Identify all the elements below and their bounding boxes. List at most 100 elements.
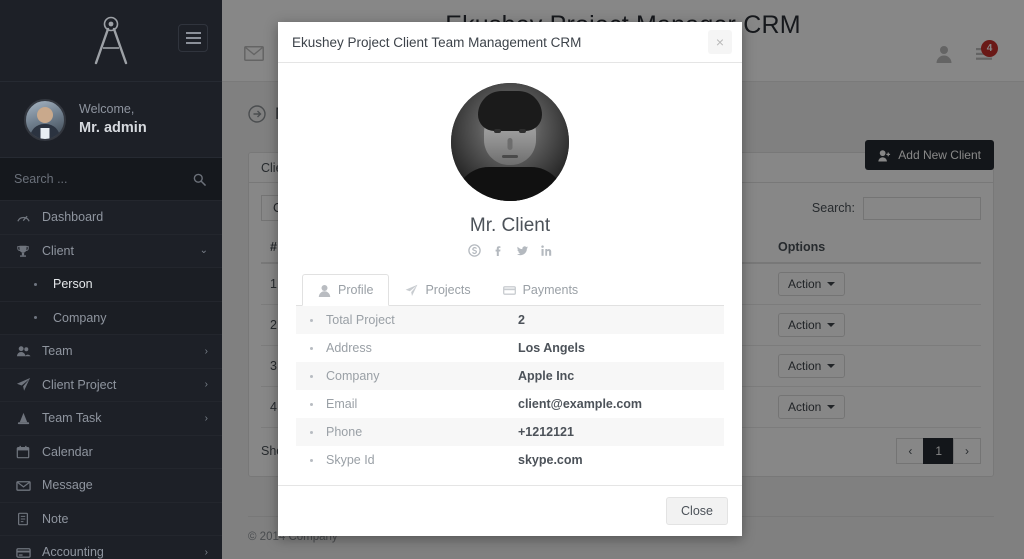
sidebar-item-note[interactable]: Note: [0, 503, 222, 536]
detail-value: 2: [518, 313, 525, 327]
detail-key: Address: [326, 341, 372, 355]
sidebar-item-label: Team Task: [42, 411, 102, 426]
sidebar-item-team-task[interactable]: Team Task ›: [0, 402, 222, 436]
bullet-icon: [310, 430, 313, 434]
sidebar-item-label: Client Project: [42, 377, 117, 392]
client-photo: [451, 83, 569, 201]
modal-title: Ekushey Project Client Team Management C…: [292, 34, 582, 50]
sidebar-item-accounting[interactable]: Accounting ›: [0, 536, 222, 559]
chevron-right-icon: ›: [204, 379, 208, 391]
sidebar-item-label: Company: [53, 310, 107, 325]
detail-value: client@example.com: [518, 397, 643, 411]
chevron-down-icon: ⌄: [199, 245, 208, 257]
tab-payments[interactable]: Payments: [487, 274, 595, 306]
detail-value: skype.com: [518, 453, 583, 467]
chevron-right-icon: ›: [204, 345, 208, 357]
search-input[interactable]: [14, 172, 193, 186]
paper-plane-icon: [406, 284, 418, 296]
close-button[interactable]: Close: [666, 497, 728, 525]
sidebar-item-label: Person: [53, 277, 93, 292]
paper-plane-icon: [14, 377, 32, 393]
detail-row: Email client@example.com: [296, 390, 724, 418]
avatar: [24, 98, 66, 141]
sidebar-item-person[interactable]: Person: [0, 268, 222, 302]
user-icon: [318, 284, 331, 297]
bullet-icon: [310, 458, 313, 462]
detail-row: Address Los Angels: [296, 334, 724, 362]
sidebar-item-label: Team: [42, 344, 73, 359]
detail-key: Company: [326, 369, 380, 383]
hamburger-icon[interactable]: [178, 24, 208, 52]
tab-label: Projects: [425, 283, 471, 297]
cone-icon: [14, 410, 32, 426]
close-icon[interactable]: ×: [708, 30, 732, 54]
detail-row: Company Apple Inc: [296, 362, 724, 390]
modal-footer: Close: [278, 485, 742, 536]
detail-row: Phone +1212121: [296, 418, 724, 446]
users-icon: [14, 343, 32, 359]
welcome-label: Welcome,: [79, 102, 135, 117]
detail-value: Apple Inc: [518, 369, 575, 383]
sidebar-logo-area: [0, 0, 222, 82]
twitter-icon[interactable]: [516, 244, 529, 257]
modal-header: Ekushey Project Client Team Management C…: [278, 22, 742, 63]
trophy-icon: [14, 243, 32, 259]
skype-icon[interactable]: [467, 244, 481, 257]
tab-label: Payments: [522, 283, 579, 297]
detail-key: Phone: [326, 425, 363, 439]
sidebar-search[interactable]: [0, 158, 222, 201]
detail-value: Los Angels: [518, 341, 585, 355]
bullet-icon: [310, 402, 313, 406]
social-links: [296, 244, 724, 257]
sidebar-nav: Dashboard Client ⌄ Person Company Team ›…: [0, 201, 222, 559]
profile-tabs: Profile Projects Payments: [296, 273, 724, 306]
detail-row: Total Project 2: [296, 306, 724, 334]
sidebar-item-dashboard[interactable]: Dashboard: [0, 201, 222, 235]
chevron-right-icon: ›: [204, 546, 208, 558]
tab-label: Profile: [338, 283, 374, 297]
modal-body: Mr. Client Profile Projects Payments Tot…: [278, 63, 742, 485]
calendar-icon: [14, 444, 32, 460]
sidebar-item-label: Client: [42, 243, 74, 258]
detail-row: Skype Id skype.com: [296, 446, 724, 474]
envelope-icon: [14, 477, 32, 493]
sidebar-item-label: Accounting: [42, 545, 104, 559]
client-name: Mr. Client: [469, 215, 551, 236]
tab-projects[interactable]: Projects: [389, 274, 486, 306]
facebook-icon[interactable]: [492, 244, 505, 257]
sidebar-item-company[interactable]: Company: [0, 301, 222, 335]
bullet-icon: [34, 282, 37, 286]
credit-card-icon: [502, 285, 516, 295]
detail-key: Total Project: [326, 313, 395, 327]
sidebar-user-block: Welcome, Mr. admin: [0, 82, 222, 158]
bullet-icon: [310, 374, 313, 378]
detail-key: Email: [326, 397, 358, 411]
bullet-icon: [34, 316, 37, 320]
client-profile-modal: Ekushey Project Client Team Management C…: [278, 22, 742, 536]
client-details-list: Total Project 2 Address Los Angels Compa…: [296, 306, 724, 474]
linkedin-icon[interactable]: [540, 244, 553, 257]
tab-profile[interactable]: Profile: [302, 274, 390, 306]
bullet-icon: [310, 318, 313, 322]
chevron-right-icon: ›: [204, 412, 208, 424]
sidebar-item-calendar[interactable]: Calendar: [0, 436, 222, 469]
sidebar-item-label: Dashboard: [42, 210, 104, 225]
sidebar-item-label: Note: [42, 511, 69, 526]
compass-icon: [94, 16, 128, 64]
bullet-icon: [310, 346, 313, 350]
app-root: Welcome, Mr. admin Dashboard: [0, 0, 1024, 559]
sidebar-item-client[interactable]: Client ⌄: [0, 235, 222, 268]
user-name: Mr. admin: [79, 119, 147, 136]
note-icon: [14, 511, 32, 527]
credit-card-icon: [14, 544, 32, 559]
sidebar-item-client-project[interactable]: Client Project ›: [0, 369, 222, 402]
sidebar-item-label: Message: [42, 478, 93, 493]
sidebar-item-message[interactable]: Message: [0, 469, 222, 503]
detail-key: Skype Id: [326, 453, 375, 467]
speedometer-icon: [14, 209, 32, 225]
sidebar: Welcome, Mr. admin Dashboard: [0, 0, 222, 559]
sidebar-item-team[interactable]: Team ›: [0, 335, 222, 369]
sidebar-item-label: Calendar: [42, 444, 93, 459]
detail-value: +1212121: [518, 425, 574, 439]
search-icon[interactable]: [193, 173, 206, 186]
